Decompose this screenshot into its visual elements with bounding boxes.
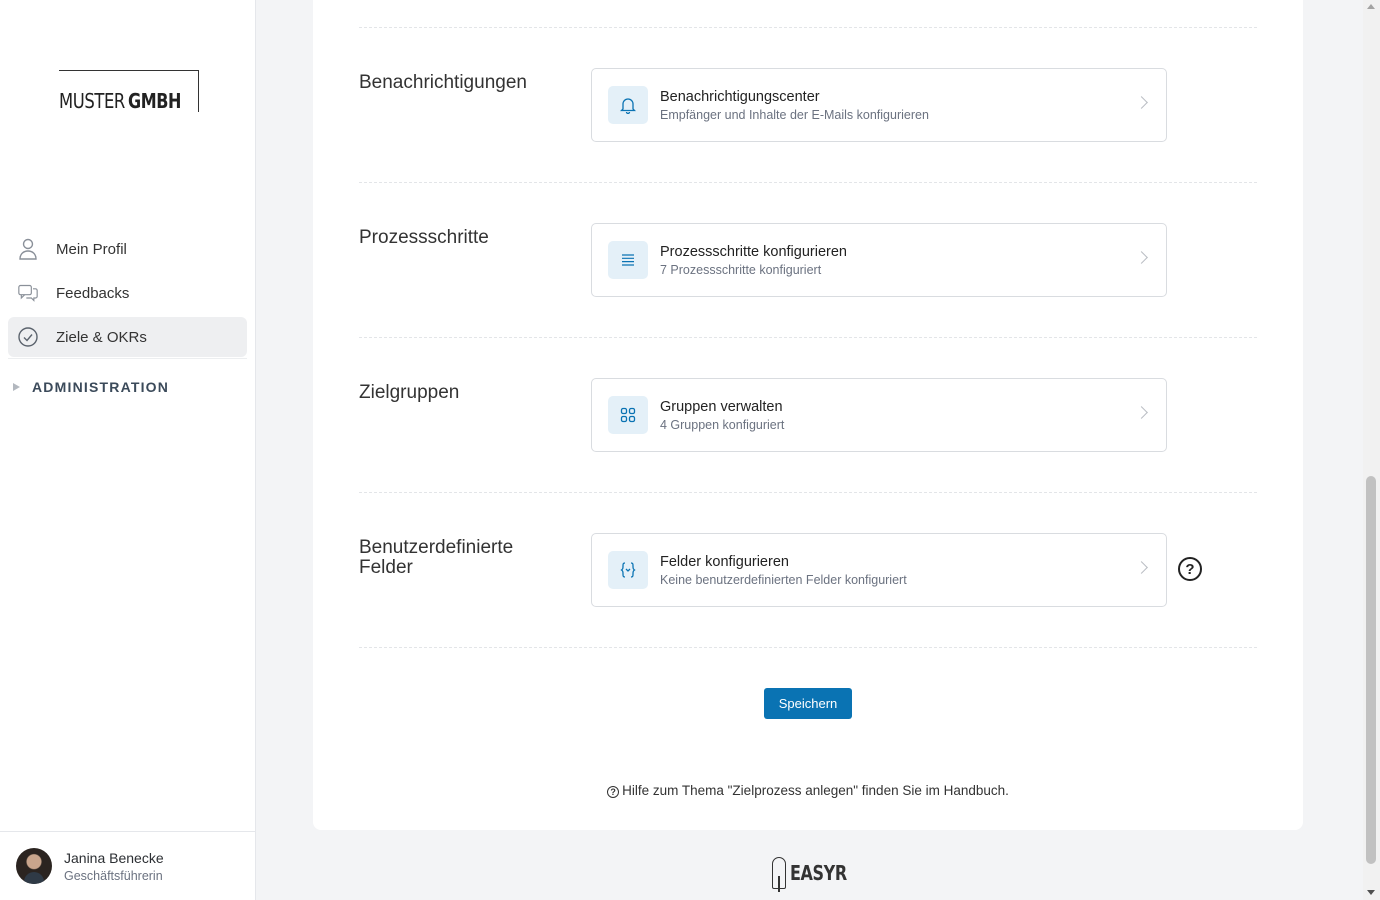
chevron-right-icon <box>1135 251 1148 264</box>
row-title: Benachrichtigungscenter <box>660 88 820 105</box>
braces-icon <box>608 551 648 589</box>
save-button[interactable]: Speichern <box>764 688 852 719</box>
row-title: Prozessschritte konfigurieren <box>660 243 847 260</box>
section-divider <box>359 182 1257 183</box>
section-title-zielgruppen: Zielgruppen <box>359 382 460 403</box>
felder-konfigurieren-row[interactable]: Felder konfigurieren Keine benutzerdefin… <box>591 533 1167 607</box>
scroll-up-arrow-icon[interactable] <box>1367 4 1375 9</box>
grid-icon <box>608 396 648 434</box>
sidebar-item-label: Ziele & OKRs <box>56 328 147 346</box>
section-divider <box>359 492 1257 493</box>
section-title-benachrichtigungen: Benachrichtigungen <box>359 72 527 93</box>
section-title-prozessschritte: Prozessschritte <box>359 227 489 248</box>
administration-toggle[interactable]: ADMINISTRATION <box>8 367 247 407</box>
user-name: Janina Benecke <box>64 849 164 866</box>
user-role: Geschäftsführerin <box>64 868 163 883</box>
logo-text-light: MUSTER <box>59 89 125 113</box>
sidebar-item-mein-profil[interactable]: Mein Profil <box>8 229 247 269</box>
sidebar-item-feedbacks[interactable]: Feedbacks <box>8 273 247 313</box>
administration-label: ADMINISTRATION <box>32 379 170 395</box>
easyr-logo: EASYR <box>772 857 861 892</box>
sidebar-nav: Mein Profil Feedbacks Ziele & OKRs ADMIN… <box>8 229 247 407</box>
sidebar-item-ziele-okrs[interactable]: Ziele & OKRs <box>8 317 247 357</box>
chevron-right-icon <box>1135 96 1148 109</box>
chat-bubbles-icon <box>18 283 38 303</box>
user-icon <box>18 238 38 260</box>
chevron-right-icon <box>1135 406 1148 419</box>
chevron-right-icon <box>1135 561 1148 574</box>
help-question-icon[interactable]: ? <box>1178 557 1202 581</box>
settings-card: Benachrichtigungen Benachrichtigungscent… <box>313 0 1303 830</box>
row-subtitle: 4 Gruppen konfiguriert <box>660 417 785 432</box>
section-divider <box>359 27 1257 28</box>
help-hint-text: Hilfe zum Thema "Zielprozess anlegen" fi… <box>622 783 1009 798</box>
section-divider <box>359 647 1257 648</box>
sidebar: MUSTER GMBH Mein Profil Feedbacks Ziele … <box>0 0 256 900</box>
scroll-down-arrow-icon[interactable] <box>1367 890 1375 895</box>
company-logo[interactable]: MUSTER GMBH <box>59 70 199 112</box>
help-question-small-icon: ? <box>607 786 620 798</box>
user-profile[interactable]: Janina Benecke Geschäftsführerin <box>0 831 255 900</box>
list-icon <box>608 241 648 279</box>
row-title: Gruppen verwalten <box>660 398 783 415</box>
sidebar-item-label: Feedbacks <box>56 284 130 302</box>
avatar <box>16 848 52 884</box>
logo-text-bold: GMBH <box>128 89 182 113</box>
benachrichtigungscenter-row[interactable]: Benachrichtigungscenter Empfänger und In… <box>591 68 1167 142</box>
easyr-mark-icon <box>772 857 786 892</box>
row-subtitle: 7 Prozessschritte konfiguriert <box>660 262 822 277</box>
vertical-scrollbar[interactable] <box>1363 0 1380 900</box>
bell-icon <box>608 86 648 124</box>
expand-triangle-icon <box>13 383 20 391</box>
row-subtitle: Keine benutzerdefinierten Felder konfigu… <box>660 572 907 587</box>
prozessschritte-row[interactable]: Prozessschritte konfigurieren 7 Prozesss… <box>591 223 1167 297</box>
nav-divider <box>8 358 247 359</box>
easyr-wordmark: EASYR <box>790 861 847 885</box>
help-hint[interactable]: ? Hilfe zum Thema "Zielprozess anlegen" f… <box>313 783 1303 798</box>
sidebar-item-label: Mein Profil <box>56 240 127 258</box>
section-title-benutzerdefinierte-felder: Benutzerdefinierte Felder <box>359 537 514 578</box>
gruppen-verwalten-row[interactable]: Gruppen verwalten 4 Gruppen konfiguriert <box>591 378 1167 452</box>
row-title: Felder konfigurieren <box>660 553 789 570</box>
check-circle-icon <box>18 327 38 347</box>
scrollbar-thumb[interactable] <box>1366 476 1376 864</box>
row-subtitle: Empfänger und Inhalte der E-Mails konfig… <box>660 107 929 122</box>
section-divider <box>359 337 1257 338</box>
